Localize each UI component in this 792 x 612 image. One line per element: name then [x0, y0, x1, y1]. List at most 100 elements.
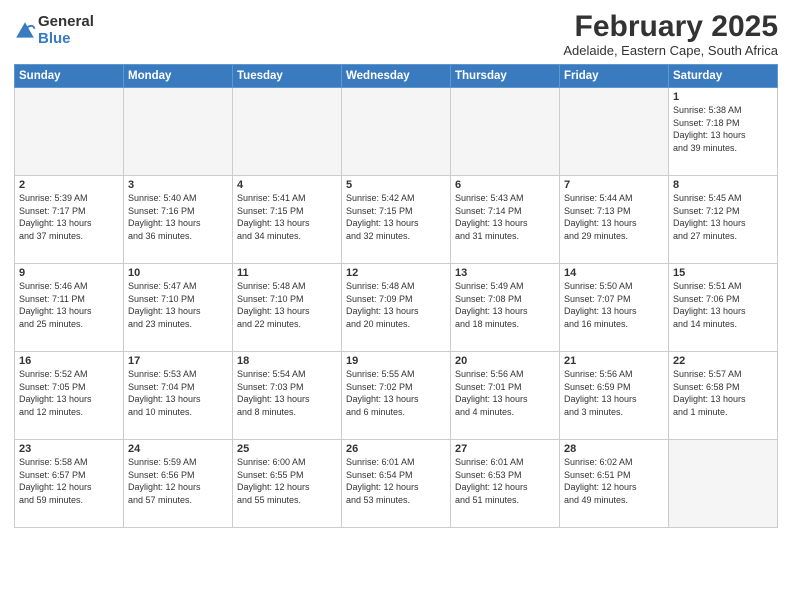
- day-number: 22: [673, 355, 773, 367]
- day-number: 26: [346, 443, 446, 455]
- day-cell: 8Sunrise: 5:45 AM Sunset: 7:12 PM Daylig…: [669, 176, 778, 264]
- day-number: 13: [455, 267, 555, 279]
- day-number: 20: [455, 355, 555, 367]
- day-number: 25: [237, 443, 337, 455]
- day-cell: 7Sunrise: 5:44 AM Sunset: 7:13 PM Daylig…: [560, 176, 669, 264]
- day-info: Sunrise: 5:53 AM Sunset: 7:04 PM Dayligh…: [128, 368, 228, 418]
- day-number: 2: [19, 179, 119, 191]
- day-cell: 19Sunrise: 5:55 AM Sunset: 7:02 PM Dayli…: [342, 352, 451, 440]
- day-info: Sunrise: 5:52 AM Sunset: 7:05 PM Dayligh…: [19, 368, 119, 418]
- day-cell: 11Sunrise: 5:48 AM Sunset: 7:10 PM Dayli…: [233, 264, 342, 352]
- col-header-monday: Monday: [124, 65, 233, 88]
- day-number: 15: [673, 267, 773, 279]
- day-number: 12: [346, 267, 446, 279]
- day-number: 19: [346, 355, 446, 367]
- day-info: Sunrise: 5:39 AM Sunset: 7:17 PM Dayligh…: [19, 192, 119, 242]
- week-row-3: 16Sunrise: 5:52 AM Sunset: 7:05 PM Dayli…: [15, 352, 778, 440]
- day-info: Sunrise: 5:55 AM Sunset: 7:02 PM Dayligh…: [346, 368, 446, 418]
- day-number: 10: [128, 267, 228, 279]
- day-info: Sunrise: 5:59 AM Sunset: 6:56 PM Dayligh…: [128, 456, 228, 506]
- day-cell: 28Sunrise: 6:02 AM Sunset: 6:51 PM Dayli…: [560, 440, 669, 528]
- day-cell: 2Sunrise: 5:39 AM Sunset: 7:17 PM Daylig…: [15, 176, 124, 264]
- day-number: 4: [237, 179, 337, 191]
- day-info: Sunrise: 5:45 AM Sunset: 7:12 PM Dayligh…: [673, 192, 773, 242]
- day-number: 16: [19, 355, 119, 367]
- day-cell: 23Sunrise: 5:58 AM Sunset: 6:57 PM Dayli…: [15, 440, 124, 528]
- week-row-1: 2Sunrise: 5:39 AM Sunset: 7:17 PM Daylig…: [15, 176, 778, 264]
- day-cell: 9Sunrise: 5:46 AM Sunset: 7:11 PM Daylig…: [15, 264, 124, 352]
- week-row-0: 1Sunrise: 5:38 AM Sunset: 7:18 PM Daylig…: [15, 88, 778, 176]
- week-row-2: 9Sunrise: 5:46 AM Sunset: 7:11 PM Daylig…: [15, 264, 778, 352]
- day-info: Sunrise: 6:02 AM Sunset: 6:51 PM Dayligh…: [564, 456, 664, 506]
- day-cell: 26Sunrise: 6:01 AM Sunset: 6:54 PM Dayli…: [342, 440, 451, 528]
- day-number: 7: [564, 179, 664, 191]
- day-info: Sunrise: 5:47 AM Sunset: 7:10 PM Dayligh…: [128, 280, 228, 330]
- logo: General Blue: [14, 14, 94, 47]
- day-cell: 24Sunrise: 5:59 AM Sunset: 6:56 PM Dayli…: [124, 440, 233, 528]
- day-cell: [124, 88, 233, 176]
- page: General Blue February 2025 Adelaide, Eas…: [0, 0, 792, 612]
- col-header-saturday: Saturday: [669, 65, 778, 88]
- day-cell: 25Sunrise: 6:00 AM Sunset: 6:55 PM Dayli…: [233, 440, 342, 528]
- logo-icon: [14, 20, 36, 42]
- day-cell: 13Sunrise: 5:49 AM Sunset: 7:08 PM Dayli…: [451, 264, 560, 352]
- day-cell: 1Sunrise: 5:38 AM Sunset: 7:18 PM Daylig…: [669, 88, 778, 176]
- day-number: 6: [455, 179, 555, 191]
- day-info: Sunrise: 6:01 AM Sunset: 6:54 PM Dayligh…: [346, 456, 446, 506]
- day-cell: 15Sunrise: 5:51 AM Sunset: 7:06 PM Dayli…: [669, 264, 778, 352]
- day-number: 27: [455, 443, 555, 455]
- day-info: Sunrise: 5:38 AM Sunset: 7:18 PM Dayligh…: [673, 104, 773, 154]
- col-header-thursday: Thursday: [451, 65, 560, 88]
- day-cell: [342, 88, 451, 176]
- day-cell: 6Sunrise: 5:43 AM Sunset: 7:14 PM Daylig…: [451, 176, 560, 264]
- logo-text: General Blue: [38, 14, 94, 47]
- day-cell: 16Sunrise: 5:52 AM Sunset: 7:05 PM Dayli…: [15, 352, 124, 440]
- day-cell: 10Sunrise: 5:47 AM Sunset: 7:10 PM Dayli…: [124, 264, 233, 352]
- day-info: Sunrise: 5:48 AM Sunset: 7:10 PM Dayligh…: [237, 280, 337, 330]
- day-cell: 18Sunrise: 5:54 AM Sunset: 7:03 PM Dayli…: [233, 352, 342, 440]
- header-row: SundayMondayTuesdayWednesdayThursdayFrid…: [15, 65, 778, 88]
- day-cell: [451, 88, 560, 176]
- day-number: 11: [237, 267, 337, 279]
- day-cell: 3Sunrise: 5:40 AM Sunset: 7:16 PM Daylig…: [124, 176, 233, 264]
- day-number: 23: [19, 443, 119, 455]
- day-info: Sunrise: 6:00 AM Sunset: 6:55 PM Dayligh…: [237, 456, 337, 506]
- day-info: Sunrise: 5:46 AM Sunset: 7:11 PM Dayligh…: [19, 280, 119, 330]
- calendar-subtitle: Adelaide, Eastern Cape, South Africa: [563, 43, 778, 58]
- day-info: Sunrise: 5:57 AM Sunset: 6:58 PM Dayligh…: [673, 368, 773, 418]
- day-info: Sunrise: 6:01 AM Sunset: 6:53 PM Dayligh…: [455, 456, 555, 506]
- day-cell: [233, 88, 342, 176]
- day-number: 18: [237, 355, 337, 367]
- day-cell: 12Sunrise: 5:48 AM Sunset: 7:09 PM Dayli…: [342, 264, 451, 352]
- calendar-table: SundayMondayTuesdayWednesdayThursdayFrid…: [14, 64, 778, 528]
- day-cell: 4Sunrise: 5:41 AM Sunset: 7:15 PM Daylig…: [233, 176, 342, 264]
- day-info: Sunrise: 5:58 AM Sunset: 6:57 PM Dayligh…: [19, 456, 119, 506]
- day-cell: 14Sunrise: 5:50 AM Sunset: 7:07 PM Dayli…: [560, 264, 669, 352]
- day-cell: [15, 88, 124, 176]
- day-number: 17: [128, 355, 228, 367]
- day-cell: 20Sunrise: 5:56 AM Sunset: 7:01 PM Dayli…: [451, 352, 560, 440]
- day-number: 14: [564, 267, 664, 279]
- day-info: Sunrise: 5:48 AM Sunset: 7:09 PM Dayligh…: [346, 280, 446, 330]
- logo-general: General: [38, 14, 94, 31]
- day-cell: 27Sunrise: 6:01 AM Sunset: 6:53 PM Dayli…: [451, 440, 560, 528]
- day-info: Sunrise: 5:40 AM Sunset: 7:16 PM Dayligh…: [128, 192, 228, 242]
- day-number: 3: [128, 179, 228, 191]
- day-cell: 17Sunrise: 5:53 AM Sunset: 7:04 PM Dayli…: [124, 352, 233, 440]
- day-number: 24: [128, 443, 228, 455]
- header: General Blue February 2025 Adelaide, Eas…: [14, 10, 778, 58]
- logo-blue: Blue: [38, 31, 94, 48]
- day-info: Sunrise: 5:56 AM Sunset: 6:59 PM Dayligh…: [564, 368, 664, 418]
- day-number: 1: [673, 91, 773, 103]
- day-number: 9: [19, 267, 119, 279]
- day-cell: [669, 440, 778, 528]
- title-block: February 2025 Adelaide, Eastern Cape, So…: [563, 10, 778, 58]
- day-cell: 5Sunrise: 5:42 AM Sunset: 7:15 PM Daylig…: [342, 176, 451, 264]
- day-cell: 21Sunrise: 5:56 AM Sunset: 6:59 PM Dayli…: [560, 352, 669, 440]
- col-header-sunday: Sunday: [15, 65, 124, 88]
- day-info: Sunrise: 5:51 AM Sunset: 7:06 PM Dayligh…: [673, 280, 773, 330]
- day-number: 28: [564, 443, 664, 455]
- col-header-tuesday: Tuesday: [233, 65, 342, 88]
- week-row-4: 23Sunrise: 5:58 AM Sunset: 6:57 PM Dayli…: [15, 440, 778, 528]
- day-cell: 22Sunrise: 5:57 AM Sunset: 6:58 PM Dayli…: [669, 352, 778, 440]
